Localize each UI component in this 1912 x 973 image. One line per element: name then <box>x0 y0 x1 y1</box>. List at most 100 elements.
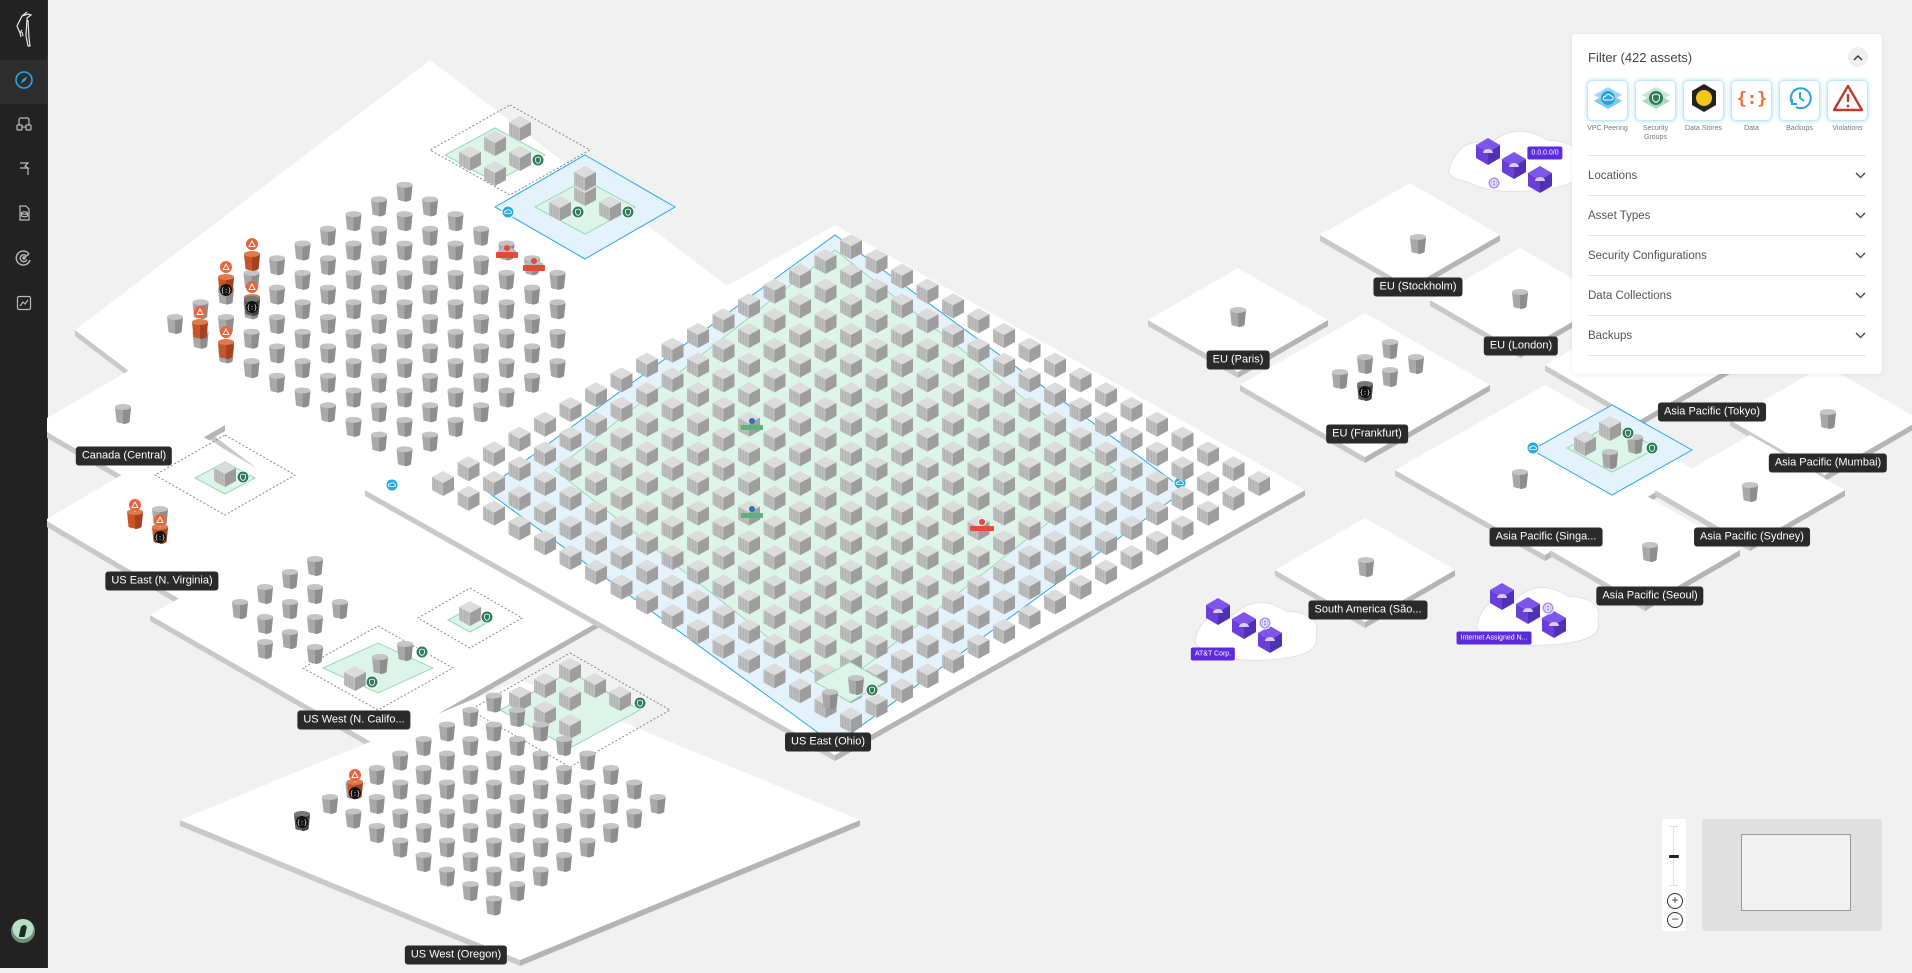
sidebar-item-flags[interactable] <box>0 148 47 192</box>
network-owner-tag[interactable]: Internet Assigned N... <box>1456 631 1532 645</box>
storage-bucket-icon <box>371 284 387 305</box>
network-owner-tag[interactable]: AT&T Corp. <box>1190 647 1236 661</box>
filter-data[interactable]: {:} Data <box>1731 81 1772 142</box>
storage-bucket-icon <box>269 343 285 364</box>
security-group-icon <box>1621 426 1635 440</box>
vpc-cloud-icon <box>501 205 515 219</box>
svg-text:{:}: {:} <box>297 820 308 827</box>
user-avatar[interactable] <box>11 919 35 943</box>
region-label[interactable]: South America (São... <box>1308 600 1428 620</box>
data-collection-icon: {:} <box>296 816 308 828</box>
filter-section-backups[interactable]: Backups <box>1588 316 1866 356</box>
zoom-slider-thumb[interactable] <box>1669 855 1679 858</box>
sidebar-item-inventory[interactable] <box>0 104 47 148</box>
sidebar-item-explore[interactable] <box>0 60 47 104</box>
filter-section-asset-types[interactable]: Asset Types <box>1588 196 1866 236</box>
storage-bucket-icon <box>167 314 183 334</box>
region-label[interactable]: Asia Pacific (Sydney) <box>1694 527 1810 547</box>
storage-bucket-icon <box>532 866 549 887</box>
filter-security-groups[interactable]: Security Groups <box>1635 81 1676 142</box>
zoom-in-button[interactable]: + <box>1667 893 1683 909</box>
storage-bucket-icon <box>422 255 438 276</box>
region-label[interactable]: US East (Ohio) <box>785 732 871 752</box>
storage-bucket-icon <box>439 837 455 858</box>
filter-backups[interactable]: Backups <box>1779 81 1820 142</box>
sidebar-item-targets[interactable] <box>0 238 47 282</box>
storage-bucket-icon <box>447 358 464 379</box>
minimap-viewport[interactable] <box>1741 834 1851 911</box>
storage-bucket-icon <box>422 372 438 393</box>
storage-bucket-icon <box>371 196 387 217</box>
storage-bucket-icon <box>332 599 348 619</box>
storage-bucket-icon <box>320 314 336 334</box>
minimap[interactable] <box>1702 819 1882 931</box>
zoom-control: + − <box>1662 819 1686 931</box>
region-label[interactable]: Asia Pacific (Mumbai) <box>1768 453 1888 473</box>
sidebar-item-reports[interactable] <box>0 283 47 327</box>
storage-bucket-icon <box>473 314 489 334</box>
region-label[interactable]: EU (Frankfurt) <box>1326 424 1408 444</box>
storage-bucket-icon <box>320 372 336 393</box>
storage-bucket-icon <box>422 314 438 334</box>
storage-bucket-icon <box>1602 449 1618 469</box>
region-label[interactable]: EU (Stockholm) <box>1373 277 1463 297</box>
storage-bucket-icon <box>345 328 362 349</box>
storage-bucket-icon <box>345 387 362 408</box>
region-label[interactable]: EU (Paris) <box>1206 350 1270 370</box>
storage-bucket-icon <box>509 852 526 872</box>
storage-bucket-icon <box>232 599 248 619</box>
zoom-out-button[interactable]: − <box>1667 912 1683 928</box>
storage-bucket-icon <box>473 372 489 393</box>
storage-bucket-icon <box>397 641 413 661</box>
data-collection-icon: {:} <box>1359 386 1371 398</box>
storage-bucket-icon <box>115 404 131 424</box>
storage-bucket-icon <box>396 416 413 437</box>
filter-section-label: Data Collections <box>1588 289 1672 302</box>
chart-icon <box>14 293 34 318</box>
filter-section-locations[interactable]: Locations <box>1588 156 1866 196</box>
storage-bucket-icon <box>269 284 285 305</box>
region-label[interactable]: Canada (Central) <box>75 446 173 466</box>
storage-bucket-icon <box>415 852 432 872</box>
storage-bucket-icon <box>371 372 387 393</box>
storage-bucket-icon <box>282 629 298 649</box>
filter-section-security-configurations[interactable]: Security Configurations <box>1588 236 1866 276</box>
storage-bucket-icon <box>371 431 387 452</box>
storage-bucket-icon <box>396 358 413 379</box>
data-braces-icon: {:} <box>1735 81 1769 120</box>
filter-section-label: Security Configurations <box>1588 249 1707 262</box>
filter-section-data-collections[interactable]: Data Collections <box>1588 276 1866 316</box>
storage-bucket-icon <box>1642 542 1658 562</box>
filter-violations[interactable]: Violations <box>1827 81 1868 142</box>
storage-bucket-icon <box>294 328 311 349</box>
region-label[interactable]: US West (N. Califo... <box>297 710 411 730</box>
storage-bucket-icon <box>371 343 387 364</box>
storage-bucket-icon <box>532 721 549 742</box>
filter-section-label: Asset Types <box>1588 209 1651 222</box>
network-owner-tag[interactable]: 0.0.0.0/0 <box>1527 146 1563 160</box>
storage-bucket-icon <box>269 372 285 393</box>
filter-data-stores[interactable]: Data Stores <box>1683 81 1724 142</box>
storage-bucket-icon <box>345 416 362 437</box>
database-doc-icon <box>14 203 34 228</box>
filter-security-groups-label: Security Groups <box>1642 125 1669 141</box>
storage-bucket-icon <box>532 808 549 829</box>
filter-vpc-peering[interactable]: VPC Peering <box>1587 81 1628 142</box>
bird-logo-icon[interactable] <box>0 0 47 58</box>
storage-bucket-icon <box>439 866 455 887</box>
storage-bucket-icon <box>320 402 336 423</box>
collapse-filter-button[interactable] <box>1848 47 1868 67</box>
data-collection-icon: {:} <box>220 284 232 296</box>
region-label[interactable]: US East (N. Virginia) <box>105 571 219 591</box>
storage-bucket-icon <box>532 779 549 800</box>
storage-bucket-icon <box>485 837 502 858</box>
region-label[interactable]: Asia Pacific (Singa... <box>1489 527 1603 547</box>
region-label[interactable]: EU (London) <box>1483 336 1559 356</box>
chevron-down-icon <box>1855 170 1866 182</box>
region-label[interactable]: Asia Pacific (Seoul) <box>1596 586 1704 606</box>
sidebar-item-data[interactable] <box>0 193 47 237</box>
region-label[interactable]: Asia Pacific (Tokyo) <box>1658 402 1766 422</box>
storage-bucket-icon <box>371 225 387 246</box>
security-group-icon <box>571 205 585 219</box>
region-label[interactable]: US West (Oregon) <box>404 945 508 965</box>
